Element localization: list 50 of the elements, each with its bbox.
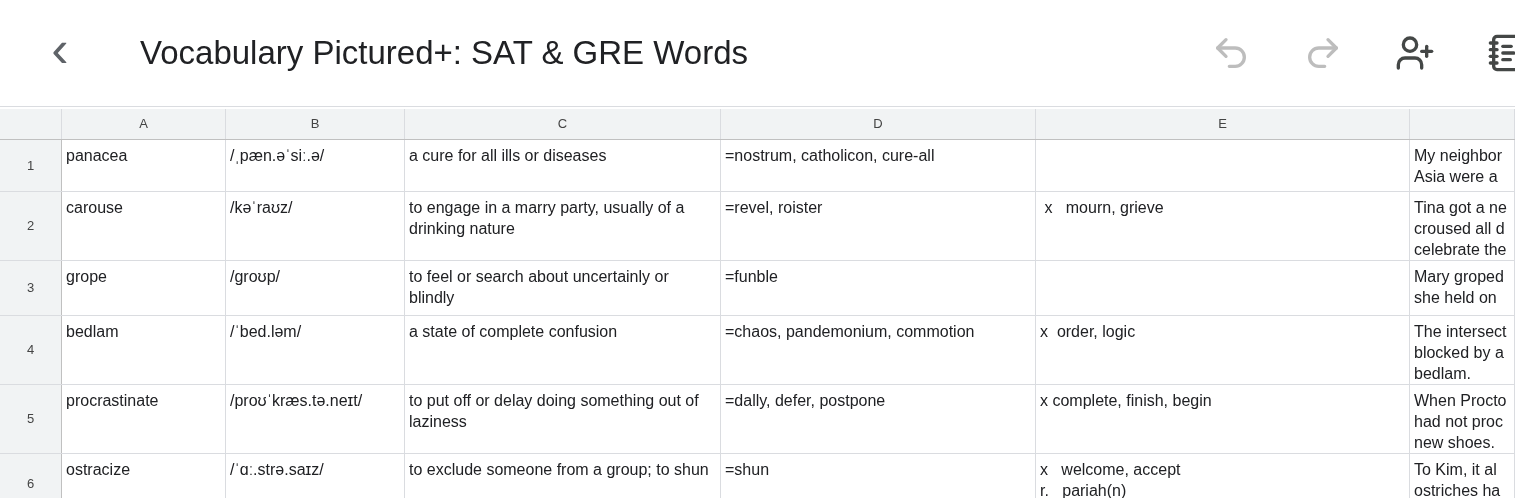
row-header[interactable]: 2 [0,192,62,260]
table-cell: grope [66,268,107,285]
table-cell: =funble [725,268,778,285]
table-cell-text: to engage in a marry party, usually of a drinking nature [409,199,686,237]
column-header[interactable]: E [1036,109,1410,139]
table-cell: a state of complete confusion [409,323,618,340]
column-header[interactable]: C [405,109,721,139]
column-header[interactable]: B [226,109,405,139]
table-cell: /kəˈraʊz/ [230,199,293,216]
table-cell: To Kim, it al ostriches ha [1414,461,1501,498]
table-cell: =shun [725,461,770,478]
table-cell: My neighbor Asia were a [1414,147,1503,185]
table-cell: procrastinate [66,392,159,409]
table-cell: =revel, roister [725,199,823,216]
notes-icon [1487,33,1515,73]
table-cell: =chaos, pandemonium, commotion [725,323,975,340]
table-cell-text: to put off or delay doing something out of laziness [409,392,700,430]
table-cell: x complete, finish, begin [1040,392,1212,409]
table-cell: panacea [66,147,128,164]
table-cell: /proʊˈkræs.tə.neɪt/ [230,392,363,409]
table-cell-text: to feel or search about uncertainly or blindly [409,268,670,306]
table-cell: to exclude someone from a group; to shun [409,461,709,478]
table-cell: =nostrum, catholicon, cure-all [725,147,935,164]
table-cell: The intersect blocked by a bedlam. [1414,323,1507,382]
table-cell: x order, logic [1040,323,1136,340]
row-header[interactable]: 4 [0,316,62,384]
notes-button[interactable] [1487,33,1515,73]
row-header[interactable]: 6 [0,454,62,498]
table-cell: ostracize [66,461,131,478]
table-cell: /ˌpæn.əˈsiː.ə/ [230,147,325,164]
table-cell-text: x mourn, grieve [1043,199,1164,216]
table-cell: /ˈɑː.strə.saɪz/ [230,461,324,478]
add-person-icon [1395,33,1435,73]
table-cell: Mary groped she held on [1414,268,1504,306]
back-button[interactable]: ‹ [44,23,76,83]
table-cell: When Procto had not proc new shoes. [1414,392,1507,451]
column-header[interactable]: D [721,109,1036,139]
table-cell: bedlam [66,323,119,340]
table-cell: Tina got a ne croused all d celebrate the [1414,199,1507,258]
row-header[interactable]: 1 [0,140,62,191]
table-cell: /ˈbed.ləm/ [230,323,302,340]
document-title: Vocabulary Pictured+: SAT & GRE Words [140,33,749,74]
row-header[interactable]: 5 [0,385,62,453]
share-button[interactable] [1395,33,1435,73]
table-cell: carouse [66,199,123,216]
table-cell: a cure for all ills or diseases [409,147,607,164]
row-header[interactable]: 3 [0,261,62,315]
table-cell: =dally, defer, postpone [725,392,886,409]
table-cell: /groʊp/ [230,268,280,285]
column-header[interactable]: A [62,109,226,139]
